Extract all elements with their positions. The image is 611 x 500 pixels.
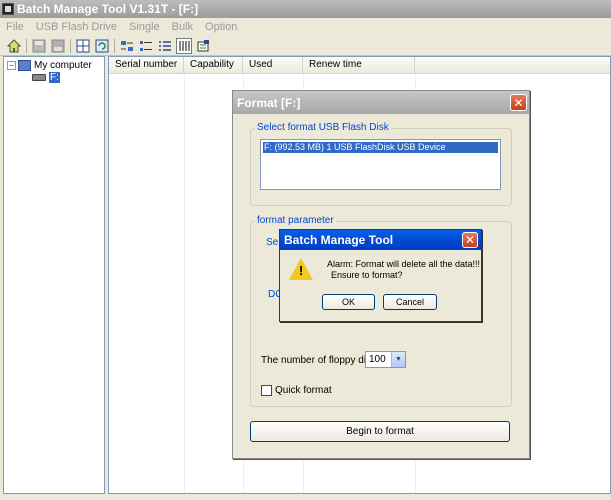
details-view-icon[interactable]	[176, 37, 192, 54]
main-window-title: Batch Manage Tool V1.31T - [F:]	[17, 2, 199, 16]
alarm-message-line2: Ensure to format?	[331, 270, 403, 280]
column-used[interactable]: Used	[243, 57, 303, 73]
column-capability[interactable]: Capability	[184, 57, 243, 73]
tree-item-label: My computer	[34, 60, 92, 71]
menu-single[interactable]: Single	[129, 21, 160, 33]
alarm-dialog-title: Batch Manage Tool	[284, 233, 394, 247]
save-all-icon[interactable]	[50, 38, 66, 54]
small-icons-view-icon[interactable]	[138, 38, 154, 54]
toolbar-separator	[26, 38, 27, 53]
quick-format-checkbox[interactable]	[261, 385, 272, 396]
grid-icon[interactable]	[75, 38, 91, 54]
alarm-message-line1: Alarm: Format will delete all the data!!…	[327, 259, 481, 269]
alarm-dialog-titlebar[interactable]: Batch Manage Tool	[280, 230, 481, 250]
save-icon[interactable]	[31, 38, 47, 54]
menu-bulk[interactable]: Bulk	[172, 21, 193, 33]
main-titlebar[interactable]: Batch Manage Tool V1.31T - [F:]	[0, 0, 611, 18]
app-icon	[2, 3, 14, 15]
alarm-dialog-close-button[interactable]: ✕	[462, 232, 478, 248]
chevron-down-icon[interactable]: ▼	[391, 352, 405, 367]
close-icon: ✕	[464, 233, 476, 247]
home-icon[interactable]	[6, 38, 22, 54]
list-header: Serial number Capability Used Renew time	[109, 57, 610, 74]
format-parameter-group-label: format parameter	[255, 215, 336, 226]
ok-button[interactable]: OK	[322, 294, 375, 310]
floppy-count-label: The number of floppy disk	[261, 355, 377, 366]
large-icons-view-icon[interactable]	[119, 38, 135, 54]
drive-tree[interactable]: − My computer F:	[3, 56, 105, 494]
menu-usb-flash-drive[interactable]: USB Flash Drive	[36, 21, 117, 33]
floppy-count-select[interactable]: 100 ▼	[365, 351, 406, 368]
usb-disk-list[interactable]: F: (992.53 MB) 1 USB FlashDisk USB Devic…	[260, 139, 501, 190]
usb-disk-item[interactable]: F: (992.53 MB) 1 USB FlashDisk USB Devic…	[263, 142, 498, 153]
cancel-button[interactable]: Cancel	[383, 294, 437, 310]
close-icon: ✕	[513, 95, 524, 110]
properties-icon[interactable]	[195, 38, 211, 54]
collapse-icon[interactable]: −	[7, 61, 16, 70]
warning-icon-mark: !	[298, 263, 304, 278]
column-renew-time[interactable]: Renew time	[303, 57, 415, 73]
toolbar	[0, 36, 611, 56]
floppy-count-value: 100	[369, 354, 386, 365]
select-disk-group-label: Select format USB Flash Disk	[255, 122, 391, 133]
toolbar-separator	[114, 38, 115, 53]
format-dialog-titlebar[interactable]: Format [F:]	[233, 91, 529, 114]
tree-item-my-computer[interactable]: − My computer	[7, 60, 92, 71]
menu-option[interactable]: Option	[205, 21, 237, 33]
begin-format-button[interactable]: Begin to format	[250, 421, 510, 442]
format-dialog-title: Format [F:]	[237, 95, 301, 110]
menu-file[interactable]: File	[6, 21, 24, 33]
list-view-icon[interactable]	[157, 38, 173, 54]
gridline	[184, 74, 185, 493]
toolbar-separator	[70, 38, 71, 53]
quick-format-label: Quick format	[275, 385, 332, 396]
menubar: File USB Flash Drive Single Bulk Option	[0, 18, 611, 36]
format-dialog-close-button[interactable]: ✕	[510, 94, 527, 111]
tree-item-label: F:	[49, 72, 60, 83]
partial-group-label-se: Se	[266, 237, 279, 248]
computer-icon	[18, 60, 31, 71]
column-serial-number[interactable]: Serial number	[109, 57, 184, 73]
usb-drive-icon	[32, 74, 46, 81]
alarm-dialog: Batch Manage Tool ✕ ! Alarm: Format will…	[279, 229, 482, 322]
tree-item-drive-f[interactable]: F:	[32, 72, 60, 83]
refresh-icon[interactable]	[94, 38, 110, 54]
